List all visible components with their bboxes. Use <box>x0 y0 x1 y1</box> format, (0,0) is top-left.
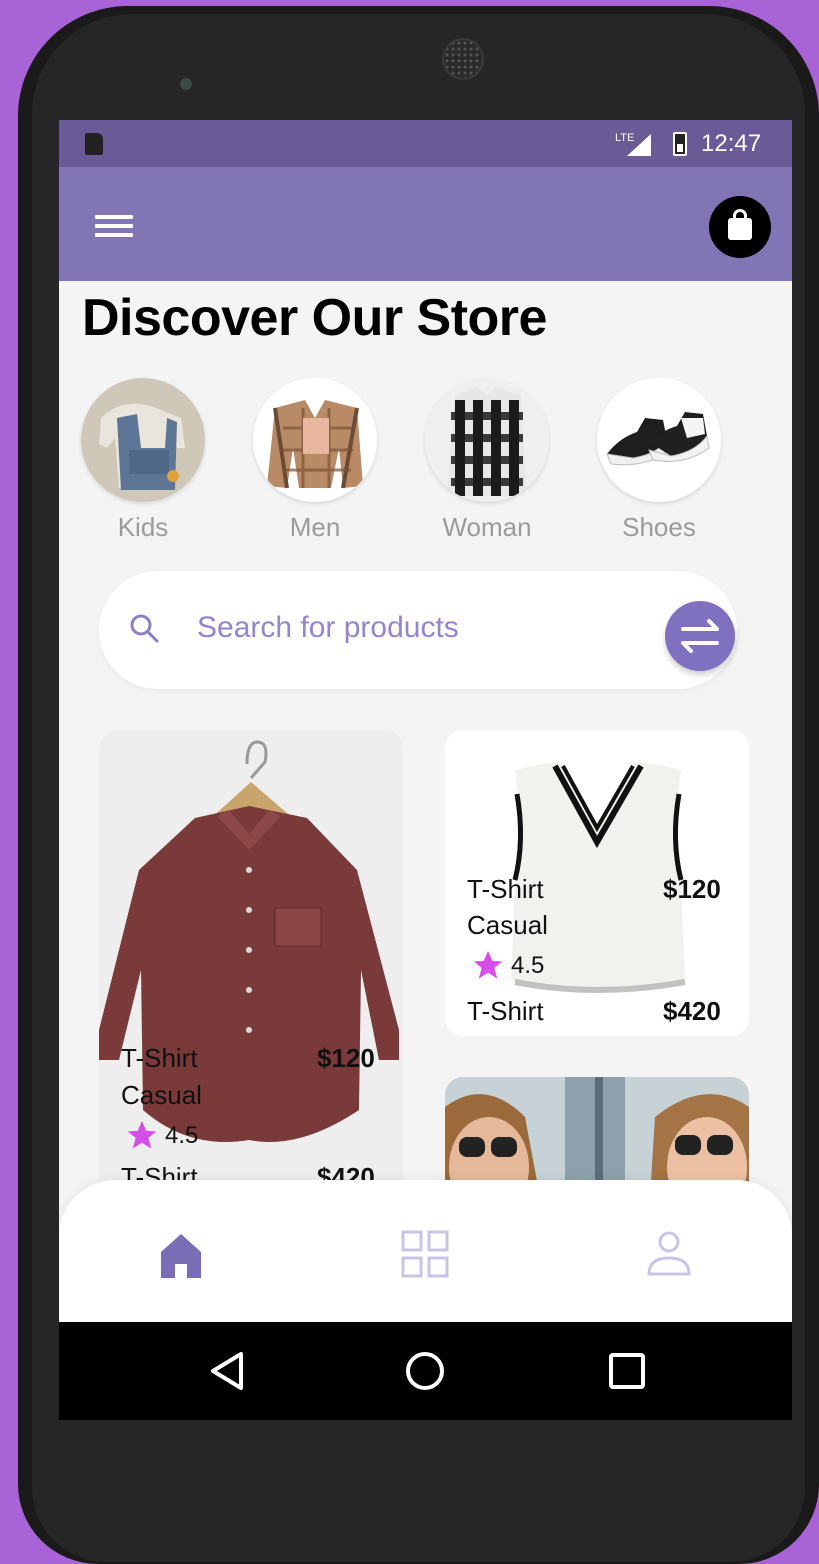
category-men[interactable]: Men <box>253 378 377 543</box>
app-bar <box>59 167 792 281</box>
hamburger-icon[interactable] <box>95 215 133 237</box>
category-image-men <box>253 378 377 502</box>
category-image-woman <box>425 378 549 502</box>
product-price: $120 <box>317 1043 375 1073</box>
system-navigation-bar <box>59 1322 792 1420</box>
category-label: Men <box>289 512 341 542</box>
product-name-secondary: T-Shirt <box>467 996 544 1026</box>
status-time: 12:47 <box>701 130 762 157</box>
signal-icon <box>627 134 651 156</box>
grid-icon[interactable] <box>397 1226 453 1282</box>
product-price-secondary: $420 <box>663 996 721 1026</box>
category-shoes[interactable]: Shoes <box>597 378 721 543</box>
shopping-bag-icon <box>728 218 752 240</box>
search-bar <box>99 571 737 689</box>
product-rating: 4.5 <box>511 952 545 979</box>
cart-button[interactable] <box>709 196 771 258</box>
swap-arrows-icon <box>681 619 719 653</box>
recent-apps-icon[interactable] <box>600 1344 654 1398</box>
product-price: $120 <box>663 874 721 904</box>
product-name: T-Shirt <box>121 1043 198 1073</box>
user-icon[interactable] <box>641 1226 697 1282</box>
app-screen: LTE 12:47 Discover Our Store Kids Men Wo… <box>59 120 792 1420</box>
search-icon <box>130 614 159 643</box>
status-bar: LTE 12:47 <box>59 120 792 167</box>
sim-card-icon <box>85 133 103 155</box>
back-icon[interactable] <box>201 1344 255 1398</box>
category-image-shoes <box>597 378 721 502</box>
product-rating: 4.5 <box>165 1122 199 1149</box>
category-label: Kids <box>117 512 169 542</box>
filter-button[interactable] <box>665 601 735 671</box>
speaker-grille <box>442 38 484 80</box>
battery-icon <box>673 132 687 156</box>
page-title: Discover Our Store <box>82 289 547 347</box>
star-icon <box>127 1120 157 1149</box>
product-subtitle: Casual <box>467 910 548 940</box>
product-subtitle: Casual <box>121 1080 202 1110</box>
home-circle-icon[interactable] <box>398 1344 452 1398</box>
bottom-navigation <box>59 1180 792 1322</box>
product-card[interactable]: T-Shirt $120 Casual 4.5 T-Shirt $420 <box>99 730 403 1250</box>
category-woman[interactable]: Woman <box>425 378 549 543</box>
product-card[interactable]: T-Shirt $120 Casual 4.5 T-Shirt $420 <box>445 730 749 1036</box>
category-label: Woman <box>442 512 532 542</box>
category-kids[interactable]: Kids <box>81 378 205 543</box>
home-icon[interactable] <box>153 1226 209 1282</box>
star-icon <box>473 950 503 979</box>
category-label: Shoes <box>622 512 696 542</box>
product-name: T-Shirt <box>467 874 544 904</box>
search-input[interactable] <box>197 611 637 645</box>
category-image-kids <box>81 378 205 502</box>
front-camera <box>180 78 192 90</box>
